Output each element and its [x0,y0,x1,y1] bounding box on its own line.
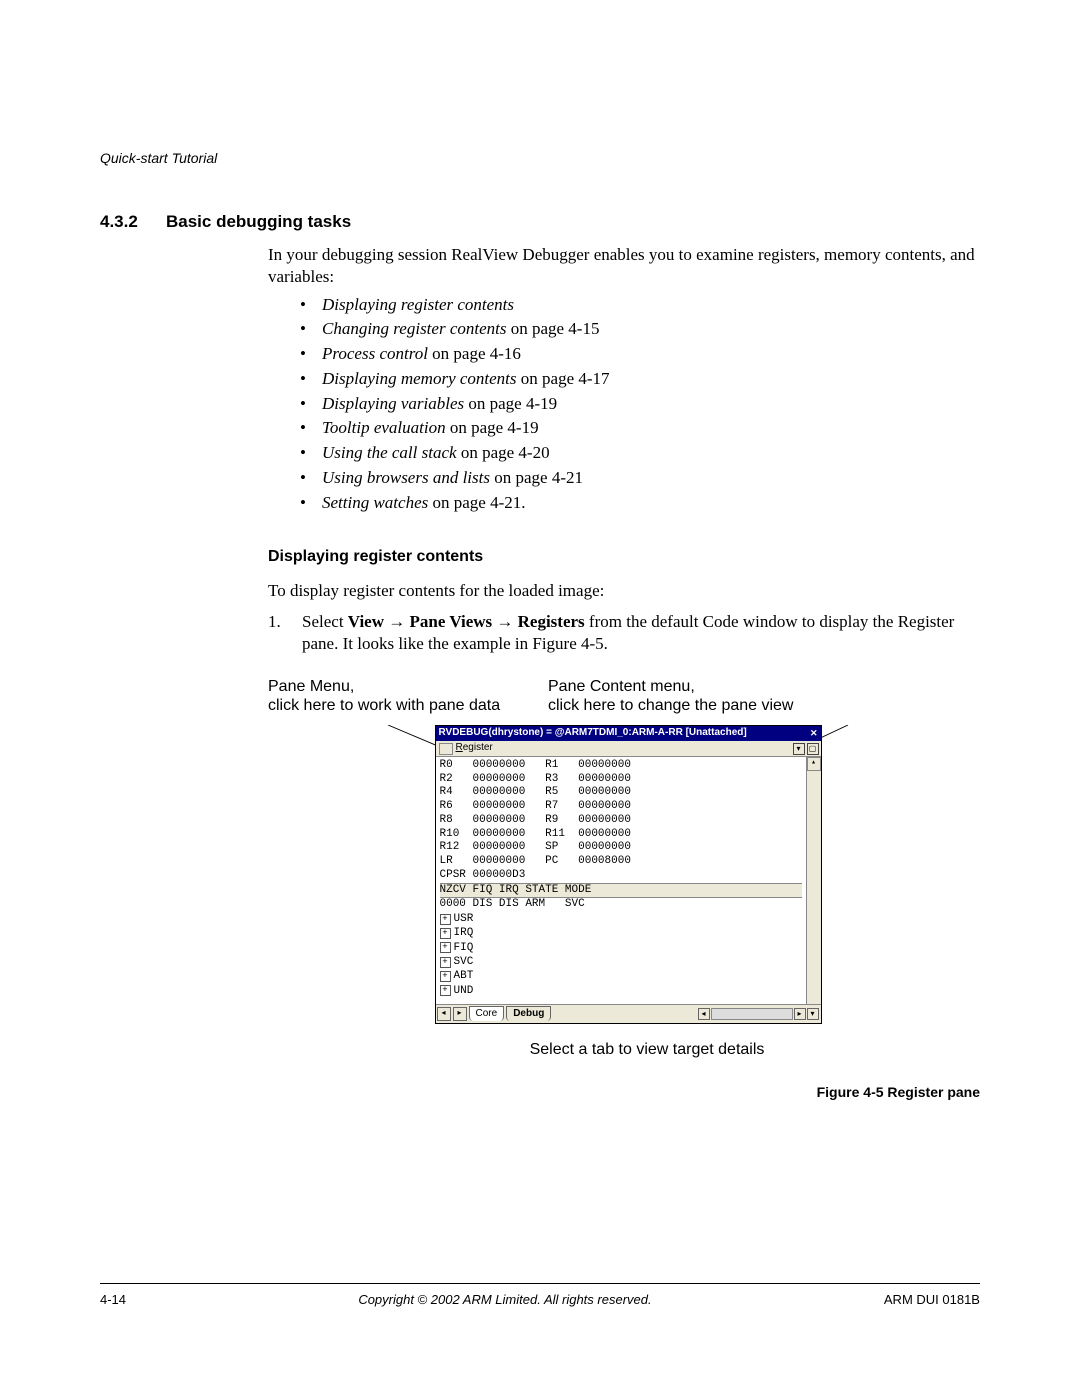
mode-tree-item[interactable]: +IRQ [440,926,802,940]
bullet-list: Displaying register contents Changing re… [268,294,980,514]
callout-left: Pane Menu, click here to work with pane … [268,677,548,715]
copyright: Copyright © 2002 ARM Limited. All rights… [358,1292,651,1307]
tab-nav-left-icon[interactable]: ◂ [437,1007,451,1021]
mode-tree-item[interactable]: +FIQ [440,941,802,955]
step-text: Select View → Pane Views → Registers fro… [302,611,980,655]
hscroll-left-icon[interactable]: ◂ [698,1008,710,1020]
list-item: Tooltip evaluation on page 4-19 [300,417,980,439]
list-item: Setting watches on page 4-21. [300,492,980,514]
mode-tree-item[interactable]: +USR [440,912,802,926]
register-row: R10 00000000 R11 00000000 [440,828,802,842]
section-number: 4.3.2 [100,212,166,232]
window-titlebar[interactable]: RVDEBUG(dhrystone) = @ARM7TDMI_0:ARM-A-R… [436,726,821,741]
maximize-icon[interactable]: ▢ [807,743,819,755]
mode-tree-item[interactable]: +ABT [440,969,802,983]
window-title: RVDEBUG(dhrystone) = @ARM7TDMI_0:ARM-A-R… [439,727,747,740]
tab-debug[interactable]: Debug [506,1006,551,1021]
register-row: LR 00000000 PC 00008000 [440,855,802,869]
register-row: R8 00000000 R9 00000000 [440,814,802,828]
list-item: Changing register contents on page 4-15 [300,318,980,340]
pane-content-menu-icon[interactable]: ▾ [793,743,805,755]
status-header: NZCV FIQ IRQ STATE MODE [440,883,802,899]
page-number: 4-14 [100,1292,126,1307]
figure-caption: Figure 4-5 Register pane [268,1084,980,1102]
tab-core[interactable]: Core [469,1006,505,1021]
list-item: Using browsers and lists on page 4-21 [300,467,980,489]
register-row: R2 00000000 R3 00000000 [440,773,802,787]
subheading: Displaying register contents [268,547,980,567]
expand-icon[interactable]: + [440,971,451,982]
running-header: Quick-start Tutorial [100,150,980,166]
hscroll-right-icon[interactable]: ▸ [794,1008,806,1020]
scroll-up-icon[interactable]: ▴ [807,757,821,771]
register-row: R0 00000000 R1 00000000 [440,759,802,773]
list-item: Process control on page 4-16 [300,343,980,365]
expand-icon[interactable]: + [440,957,451,968]
mode-tree-item[interactable]: +UND [440,984,802,998]
sub-paragraph: To display register contents for the loa… [268,580,980,602]
callout-right: Pane Content menu, click here to change … [548,677,980,715]
list-item: Displaying variables on page 4-19 [300,393,980,415]
expand-icon[interactable]: + [440,914,451,925]
list-item: Displaying register contents [300,294,980,316]
expand-icon[interactable]: + [440,942,451,953]
vertical-scrollbar[interactable]: ▴ [806,757,821,1004]
register-row: R4 00000000 R5 00000000 [440,786,802,800]
intro-paragraph: In your debugging session RealView Debug… [268,244,980,288]
page-footer: 4-14 Copyright © 2002 ARM Limited. All r… [100,1283,980,1307]
list-item: Using the call stack on page 4-20 [300,442,980,464]
tab-nav-right-icon[interactable]: ▸ [453,1007,467,1021]
status-row: 0000 DIS DIS ARM SVC [440,898,802,912]
hscroll-track[interactable] [711,1008,793,1020]
menu-register[interactable]: Register [456,742,493,755]
close-icon[interactable]: ✕ [810,728,818,740]
register-row: R6 00000000 R7 00000000 [440,800,802,814]
section-title: Basic debugging tasks [166,212,351,232]
register-row: R12 00000000 SP 00000000 [440,841,802,855]
expand-icon[interactable]: + [440,985,451,996]
list-item: Displaying memory contents on page 4-17 [300,368,980,390]
hscroll-down-icon[interactable]: ▾ [807,1008,819,1020]
doc-id: ARM DUI 0181B [884,1292,980,1307]
callout-below: Select a tab to view target details [314,1040,980,1060]
step-number: 1. [268,611,302,655]
figure-screenshot: RVDEBUG(dhrystone) = @ARM7TDMI_0:ARM-A-R… [358,725,898,1024]
register-pane: R0 00000000 R1 00000000R2 00000000 R3 00… [436,757,806,1004]
expand-icon[interactable]: + [440,928,451,939]
pane-menu-icon[interactable] [439,743,453,755]
mode-tree-item[interactable]: +SVC [440,955,802,969]
